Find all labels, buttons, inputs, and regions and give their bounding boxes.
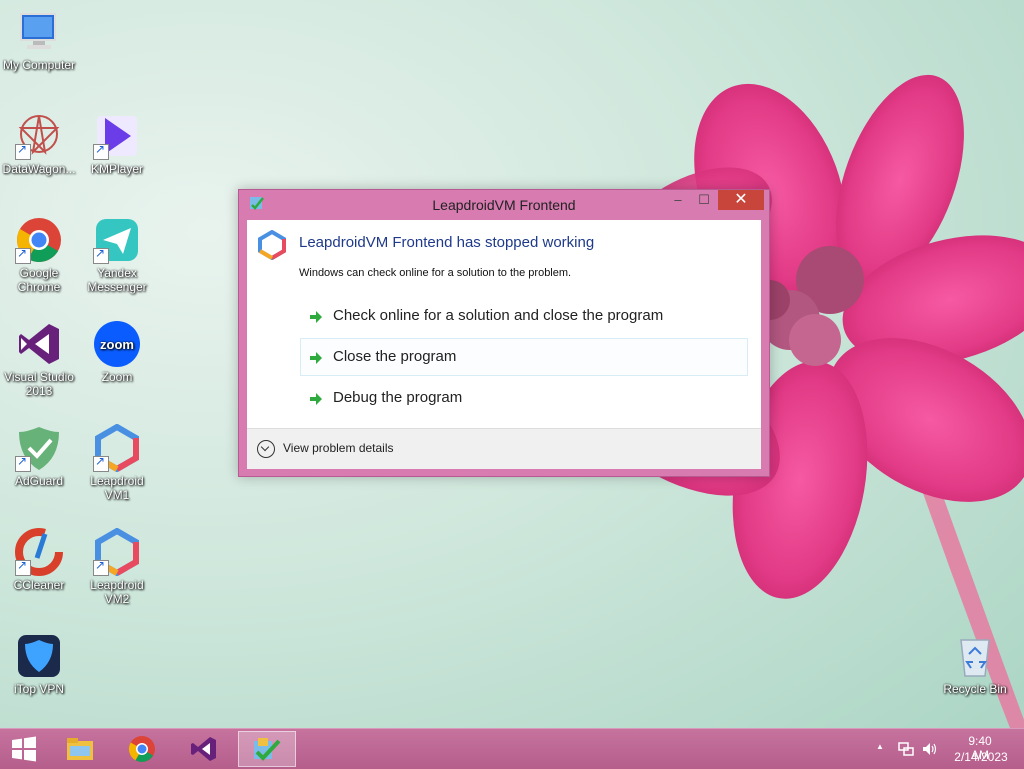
desktop-icon-label: Leapdroid VM2 [90, 578, 144, 606]
yandex-messenger-icon [93, 216, 141, 264]
desktop-icon-label: Leapdroid VM1 [90, 474, 144, 502]
option-label: Close the program [333, 348, 457, 365]
desktop-icon-label: AdGuard [14, 474, 64, 488]
green-arrow-icon [310, 352, 322, 364]
desktop-icon-label: DataWagon... [2, 162, 76, 176]
tray-overflow-button[interactable]: ▲ [876, 742, 884, 751]
chrome-icon [128, 736, 155, 762]
chrome-icon [15, 216, 63, 264]
desktop-icon-visual-studio[interactable]: Visual Studio 2013 [0, 320, 78, 398]
taskbar-chrome[interactable] [118, 731, 168, 767]
taskbar-visual-studio[interactable] [180, 731, 230, 767]
desktop-icon-label: My Computer [2, 58, 76, 72]
desktop-icon-my-computer[interactable]: My Computer [0, 8, 78, 72]
zoom-icon-text: zoom [100, 337, 134, 352]
taskbar-file-explorer[interactable] [56, 731, 106, 767]
desktop-icon-label: iTop VPN [13, 682, 65, 696]
shortcut-overlay-icon [15, 142, 31, 160]
leapdroid-frontend-icon [254, 738, 281, 761]
close-program-option[interactable]: Close the program [300, 338, 748, 376]
taskbar: ▲ 9:40 AM 2/14/2023 [0, 728, 1024, 769]
maximize-button[interactable]: ☐ [691, 190, 717, 210]
shortcut-overlay-icon [15, 454, 31, 472]
debug-program-option[interactable]: Debug the program [300, 379, 748, 417]
desktop-icon-yandex-messenger[interactable]: Yandex Messenger [78, 216, 156, 294]
itop-vpn-icon [15, 632, 63, 680]
shortcut-overlay-icon [93, 558, 109, 576]
desktop-icon-label: Zoom [101, 370, 133, 384]
desktop-icon-itop-vpn[interactable]: iTop VPN [0, 632, 78, 696]
desktop-icon-kmplayer[interactable]: KMPlayer [78, 112, 156, 176]
datawagon-icon [15, 112, 63, 160]
desktop-icon-label: KMPlayer [90, 162, 143, 176]
shortcut-overlay-icon [15, 558, 31, 576]
shortcut-overlay-icon [15, 246, 31, 264]
close-button[interactable]: ✕ [718, 190, 764, 210]
desktop-icon-label: Google Chrome [17, 266, 61, 294]
desktop-icon-google-chrome[interactable]: Google Chrome [0, 216, 78, 294]
desktop-icon-ccleaner[interactable]: CCleaner [0, 528, 78, 592]
desktop-icon-label: CCleaner [13, 578, 65, 592]
visual-studio-icon [15, 320, 63, 368]
desktop-icon-recycle-bin[interactable]: Recycle Bin [936, 632, 1014, 696]
dialog-subtext: Windows can check online for a solution … [299, 267, 572, 279]
option-label: Check online for a solution and close th… [333, 307, 664, 324]
zoom-icon: zoom [93, 320, 141, 368]
desktop-icon-leapdroid-vm1[interactable]: Leapdroid VM1 [78, 423, 156, 502]
chevron-down-icon[interactable] [257, 440, 275, 458]
recycle-bin-icon [951, 632, 999, 680]
leapdroid-icon [93, 527, 141, 577]
dialog-body: LeapdroidVM Frontend has stopped working… [247, 220, 761, 469]
check-online-option[interactable]: Check online for a solution and close th… [300, 297, 748, 335]
green-arrow-icon [310, 311, 322, 323]
dialog-footer: View problem details [247, 428, 761, 469]
error-dialog: LeapdroidVM Frontend – ☐ ✕ LeapdroidVM F… [238, 189, 770, 477]
ccleaner-icon [15, 528, 63, 576]
dialog-heading: LeapdroidVM Frontend has stopped working [299, 234, 595, 251]
desktop-icon-label: Yandex Messenger [87, 266, 147, 294]
leapdroid-icon [93, 423, 141, 473]
clock-date[interactable]: 2/14/2023 [951, 750, 1011, 764]
desktop-icon-zoom[interactable]: zoom Zoom [78, 320, 156, 384]
computer-icon [15, 8, 63, 56]
taskbar-leapdroid-frontend[interactable] [238, 731, 296, 767]
leapdroid-icon [258, 230, 286, 260]
desktop-icon-label: Visual Studio 2013 [4, 370, 74, 398]
green-arrow-icon [310, 393, 322, 405]
kmplayer-icon [93, 112, 141, 160]
desktop-icon-datawagon[interactable]: DataWagon... [0, 112, 78, 176]
shortcut-overlay-icon [93, 454, 109, 472]
visual-studio-icon [191, 737, 216, 761]
view-problem-details-link[interactable]: View problem details [283, 441, 394, 455]
shortcut-overlay-icon [93, 246, 109, 264]
file-explorer-icon [67, 738, 93, 760]
option-label: Debug the program [333, 389, 463, 406]
desktop-icon-label: Recycle Bin [943, 682, 1007, 696]
desktop-icon-adguard[interactable]: AdGuard [0, 424, 78, 488]
desktop-icon-leapdroid-vm2[interactable]: Leapdroid VM2 [78, 527, 156, 606]
minimize-button[interactable]: – [665, 190, 691, 210]
start-button[interactable] [0, 731, 50, 767]
network-icon[interactable] [898, 741, 914, 757]
volume-icon[interactable] [921, 741, 937, 757]
shortcut-overlay-icon [93, 142, 109, 160]
adguard-shield-icon [15, 424, 63, 472]
windows-logo-icon [12, 736, 36, 762]
dialog-titlebar[interactable]: LeapdroidVM Frontend – ☐ ✕ [239, 190, 769, 218]
